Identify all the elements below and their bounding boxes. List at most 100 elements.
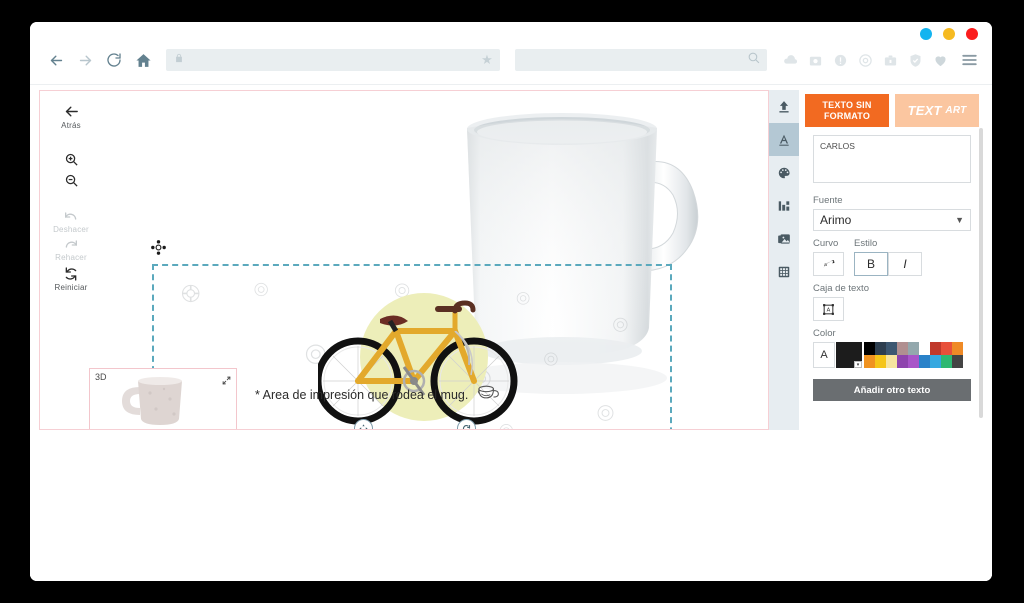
current-color-swatch[interactable]: ▾ xyxy=(836,342,862,368)
lock-icon xyxy=(174,51,184,69)
palette-icon[interactable] xyxy=(769,156,799,189)
color-swatch-9[interactable] xyxy=(864,355,875,368)
color-label: Color xyxy=(813,328,836,339)
color-swatch-1[interactable] xyxy=(875,342,886,355)
info-icon[interactable] xyxy=(829,49,851,71)
upload-icon[interactable] xyxy=(769,90,799,123)
tab-text-art-main: TEXT xyxy=(907,103,942,118)
window-controls xyxy=(920,28,978,40)
layout-icon[interactable] xyxy=(769,189,799,222)
text-input[interactable] xyxy=(813,135,971,183)
window-dot-close[interactable] xyxy=(966,28,978,40)
browser-chrome: ★ xyxy=(30,22,992,85)
pan-handle-icon[interactable] xyxy=(150,239,167,261)
reload-button[interactable] xyxy=(100,45,129,75)
textbox-label: Caja de texto xyxy=(813,283,869,294)
color-swatch-8[interactable] xyxy=(952,342,963,355)
color-swatch-3[interactable] xyxy=(897,342,908,355)
gallery-icon[interactable] xyxy=(769,222,799,255)
undo-button[interactable]: Deshacer xyxy=(40,210,102,234)
canvas-text-carlos[interactable]: CARLOS xyxy=(362,429,482,430)
textbox-button[interactable]: A xyxy=(813,297,844,321)
color-letter-a[interactable]: A xyxy=(813,342,835,368)
color-swatch-14[interactable] xyxy=(919,355,930,368)
color-swatch-15[interactable] xyxy=(930,355,941,368)
back-button[interactable] xyxy=(42,45,71,75)
color-swatch-17[interactable] xyxy=(952,355,963,368)
cloud-icon[interactable] xyxy=(779,49,801,71)
add-another-text-button[interactable]: Añadir otro texto xyxy=(813,379,971,401)
tab-text-art[interactable]: TEXT ART xyxy=(895,94,979,127)
selection-rectangle xyxy=(362,429,484,430)
curve-style-row: Curvo a Estilo B I xyxy=(813,231,971,276)
chevron-down-icon: ▼ xyxy=(955,215,964,225)
tab-plain-text[interactable]: TEXTO SIN FORMATO xyxy=(805,94,889,127)
color-swatch-16[interactable] xyxy=(941,355,952,368)
bicycle-artwork[interactable] xyxy=(318,289,528,429)
tab-text-art-sub: ART xyxy=(945,105,967,116)
hamburger-menu-icon[interactable] xyxy=(958,49,980,71)
camera-icon[interactable] xyxy=(804,49,826,71)
font-select[interactable]: Arimo ▼ xyxy=(813,209,971,231)
panel-scrollbar[interactable] xyxy=(979,128,983,418)
canvas-back-button[interactable]: Atrás xyxy=(40,103,102,130)
redo-label: Rehacer xyxy=(55,253,87,262)
bottom-bar: MUG Mugs personalizados 15.899,59 COP Ca… xyxy=(30,435,992,581)
window-dot-maximize[interactable] xyxy=(943,28,955,40)
canvas-back-label: Atrás xyxy=(61,121,81,130)
search-box[interactable] xyxy=(514,49,767,71)
color-swatch-4[interactable] xyxy=(908,342,919,355)
search-icon xyxy=(747,51,760,69)
color-swatch-7[interactable] xyxy=(941,342,952,355)
text-tool-icon[interactable] xyxy=(769,123,799,156)
browser-window: ★ Atrás Deshacer Rehacer Reiniciar 3D * … xyxy=(30,22,992,581)
color-dropdown-caret[interactable]: ▾ xyxy=(854,361,862,368)
app-body: Atrás Deshacer Rehacer Reiniciar 3D * Ar… xyxy=(30,85,992,581)
color-swatch-12[interactable] xyxy=(897,355,908,368)
bold-button[interactable]: B xyxy=(854,252,888,276)
italic-label: I xyxy=(903,257,907,271)
color-swatch-6[interactable] xyxy=(930,342,941,355)
heart-icon[interactable] xyxy=(929,49,951,71)
color-swatch-13[interactable] xyxy=(908,355,919,368)
italic-button[interactable]: I xyxy=(888,252,922,276)
reset-label: Reiniciar xyxy=(54,283,88,292)
footnote-text: * Area de impresión que rodea el mug. xyxy=(255,387,469,402)
style-label: Estilo xyxy=(854,238,878,249)
reset-button[interactable]: Reiniciar xyxy=(40,266,102,292)
text-mode-tabs: TEXTO SIN FORMATO TEXT ART xyxy=(799,90,983,127)
home-button[interactable] xyxy=(129,45,158,75)
svg-text:A: A xyxy=(827,307,831,313)
color-swatch-10[interactable] xyxy=(875,355,886,368)
color-swatch-2[interactable] xyxy=(886,342,897,355)
color-swatch-11[interactable] xyxy=(886,355,897,368)
window-dot-minimize[interactable] xyxy=(920,28,932,40)
text-properties-panel: TEXTO SIN FORMATO TEXT ART Fuente Arimo … xyxy=(799,90,983,430)
svg-text:a: a xyxy=(824,263,827,268)
shield-icon[interactable] xyxy=(904,49,926,71)
curve-button[interactable]: a xyxy=(813,252,844,276)
wrap-mug-icon xyxy=(474,383,500,406)
color-swatch-0[interactable] xyxy=(864,342,875,355)
bookmark-star-icon[interactable]: ★ xyxy=(481,52,493,68)
tool-rail xyxy=(769,90,799,493)
redo-button[interactable]: Rehacer xyxy=(40,238,102,262)
design-canvas[interactable]: Atrás Deshacer Rehacer Reiniciar 3D * Ar… xyxy=(39,90,769,430)
font-value: Arimo xyxy=(820,213,852,227)
preview-3d-panel[interactable]: 3D xyxy=(89,368,237,429)
selected-text-object[interactable]: CARLOS xyxy=(354,419,484,430)
color-swatch-grid[interactable] xyxy=(864,342,963,368)
zoom-in-button[interactable] xyxy=(40,152,102,167)
navigation-bar: ★ xyxy=(30,44,992,76)
extension-bar xyxy=(779,49,980,71)
color-swatch-5[interactable] xyxy=(919,342,930,355)
font-label: Fuente xyxy=(813,195,843,206)
briefcase-icon[interactable] xyxy=(879,49,901,71)
zoom-out-button[interactable] xyxy=(40,173,102,188)
forward-button[interactable] xyxy=(71,45,100,75)
grid-icon[interactable] xyxy=(769,255,799,288)
broadcast-icon[interactable] xyxy=(854,49,876,71)
undo-label: Deshacer xyxy=(53,225,89,234)
curve-label: Curvo xyxy=(813,238,839,249)
address-bar[interactable]: ★ xyxy=(165,49,500,71)
